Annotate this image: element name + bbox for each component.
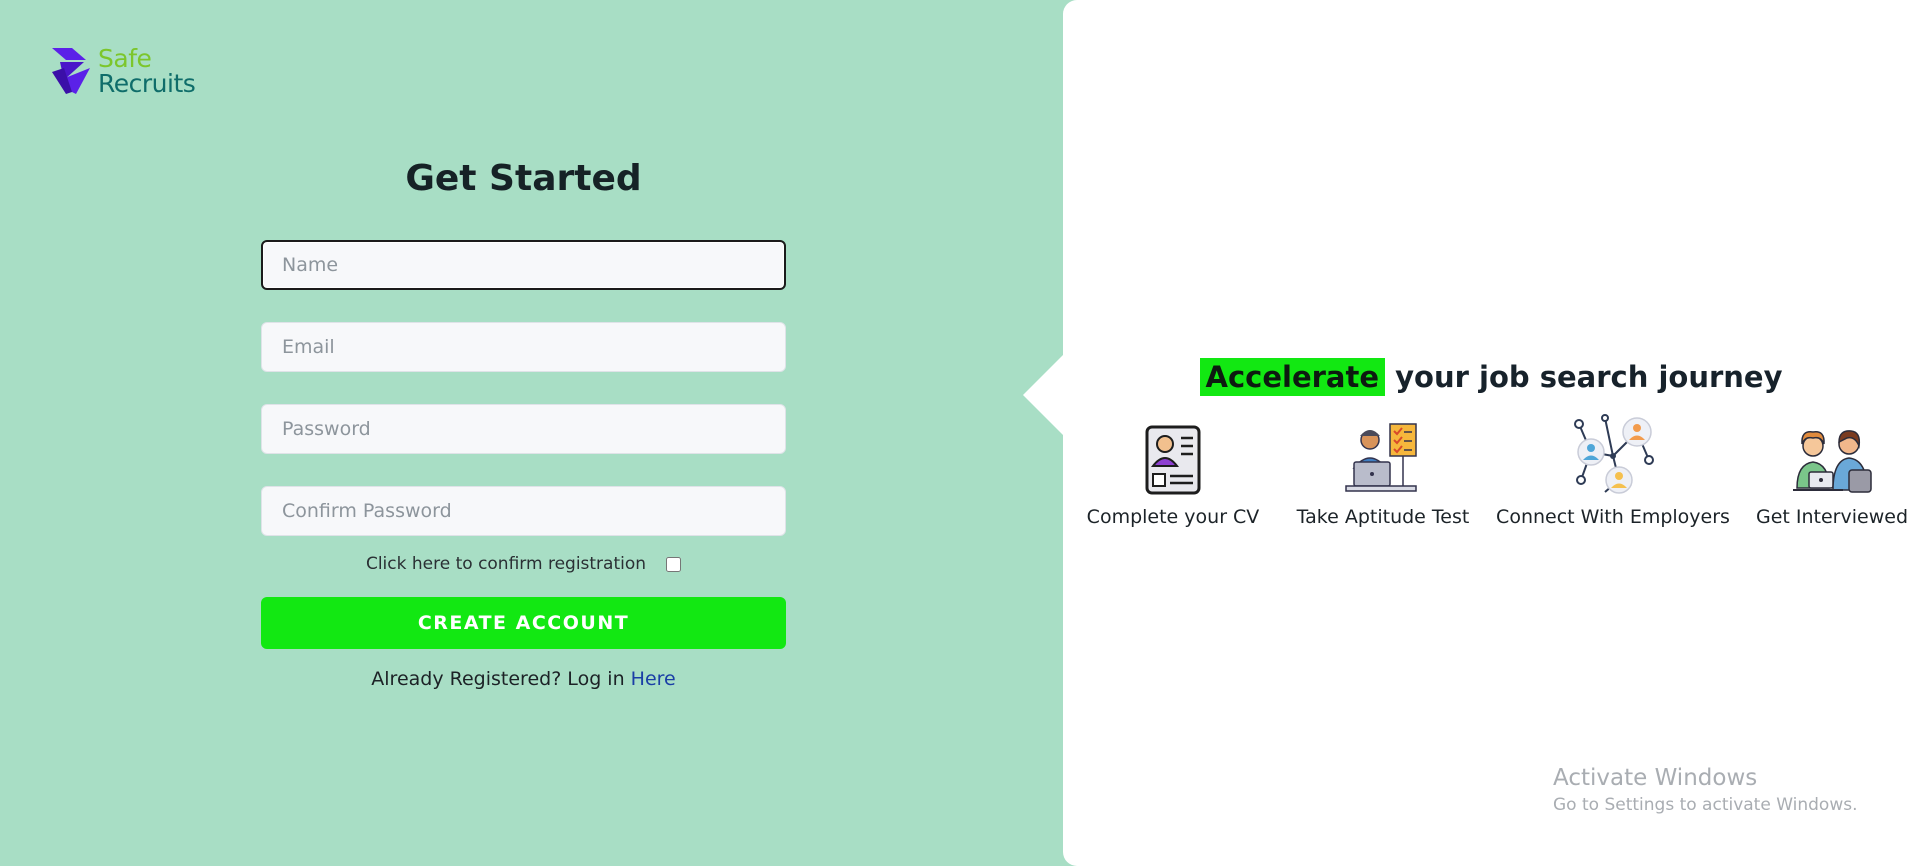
create-account-button[interactable]: CREATE ACCOUNT — [261, 597, 786, 649]
name-input[interactable] — [261, 240, 786, 290]
page-title: Get Started — [405, 158, 642, 199]
brand-name: Safe Recruits — [98, 44, 196, 98]
brand-name-line1: Safe — [98, 44, 152, 73]
step-aptitude-test: Take Aptitude Test — [1278, 420, 1488, 528]
network-people-icon — [1574, 414, 1654, 494]
step-complete-cv: Complete your CV — [1078, 420, 1268, 528]
interview-icon — [1793, 430, 1872, 493]
step-label: Take Aptitude Test — [1296, 506, 1470, 528]
registration-panel: Safe Recruits Get Started Click here to … — [0, 0, 1063, 866]
panel-pointer — [1023, 353, 1065, 437]
confirm-password-input[interactable] — [261, 486, 786, 536]
watermark-title: Activate Windows — [1553, 765, 1758, 791]
login-prompt: Already Registered? Log in Here — [261, 668, 786, 690]
promo-headline: Accelerate your job search journey — [1063, 358, 1919, 396]
login-prompt-text: Already Registered? Log in — [371, 668, 631, 690]
step-label: Get Interviewed — [1756, 506, 1908, 528]
password-input[interactable] — [261, 404, 786, 454]
brand-name-line2: Recruits — [98, 69, 196, 98]
step-get-interviewed: Get Interviewed — [1748, 420, 1916, 528]
email-input[interactable] — [261, 322, 786, 372]
journey-steps: Complete your CV Take Aptitude Test Conn… — [1063, 414, 1919, 540]
safe-recruits-logo-icon — [52, 48, 90, 94]
step-label: Complete your CV — [1086, 506, 1260, 528]
promo-headline-rest: your job search journey — [1385, 360, 1783, 394]
confirm-registration-checkbox[interactable] — [666, 556, 682, 572]
login-here-link[interactable]: Here — [631, 668, 676, 690]
confirm-registration-label: Click here to confirm registration — [365, 554, 647, 574]
step-connect-employers: Connect With Employers — [1488, 414, 1738, 528]
brand-logo[interactable]: Safe Recruits — [50, 44, 196, 98]
watermark-subtitle: Go to Settings to activate Windows. — [1553, 795, 1858, 815]
promo-panel: Accelerate your job search journey Compl… — [1063, 0, 1919, 866]
cv-document-icon — [1145, 425, 1201, 495]
step-label: Connect With Employers — [1496, 506, 1730, 528]
windows-activation-watermark: Activate Windows Go to Settings to activ… — [1553, 765, 1858, 815]
promo-headline-highlight: Accelerate — [1199, 358, 1386, 396]
aptitude-test-icon — [1345, 423, 1417, 492]
confirm-registration-row: Click here to confirm registration — [261, 554, 786, 574]
